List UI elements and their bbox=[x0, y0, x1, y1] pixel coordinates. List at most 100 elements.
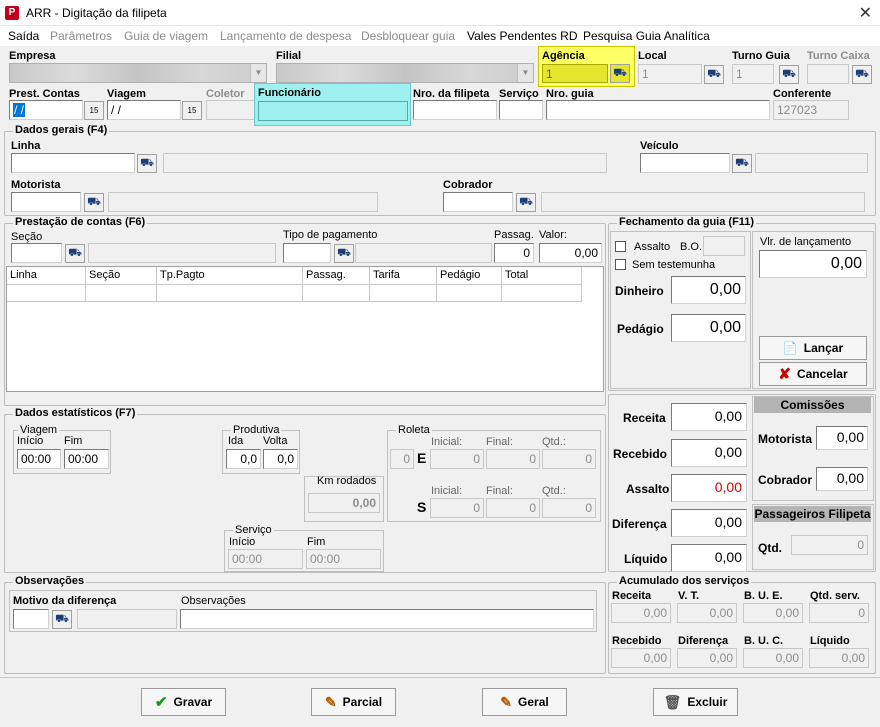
chevron-down-icon[interactable]: ▼ bbox=[250, 64, 266, 82]
viagem-inicio-input[interactable]: 00:00 bbox=[17, 449, 61, 469]
coletor-input[interactable] bbox=[206, 100, 256, 120]
geral-button[interactable]: ✎ Geral bbox=[482, 688, 567, 716]
pedagio-input[interactable]: 0,00 bbox=[671, 314, 746, 342]
prest-contas-input[interactable]: / / bbox=[9, 100, 83, 120]
col-linha[interactable]: Linha bbox=[7, 267, 86, 285]
filial-select[interactable]: ▼ bbox=[276, 63, 534, 83]
roleta-input[interactable]: 0 bbox=[390, 449, 414, 469]
motivo-input[interactable] bbox=[13, 609, 49, 629]
col-pedagio[interactable]: Pedágio bbox=[437, 267, 502, 285]
linha-input[interactable] bbox=[11, 153, 135, 173]
binoculars-icon[interactable]: ⛟ bbox=[852, 65, 872, 84]
assalto-input[interactable]: 0,00 bbox=[671, 474, 747, 502]
binoculars-icon[interactable]: ⛟ bbox=[779, 65, 799, 84]
acum-vt-input[interactable]: 0,00 bbox=[677, 603, 737, 623]
acum-receita-input[interactable]: 0,00 bbox=[611, 603, 671, 623]
parcial-button[interactable]: ✎ Parcial bbox=[311, 688, 396, 716]
tipo-pagamento-input[interactable] bbox=[283, 243, 331, 263]
volta-input[interactable]: 0,0 bbox=[263, 449, 298, 469]
s-final-input[interactable]: 0 bbox=[486, 498, 540, 518]
col-secao[interactable]: Seção bbox=[86, 267, 157, 285]
e-final-input[interactable]: 0 bbox=[486, 449, 540, 469]
binoculars-icon[interactable]: ⛟ bbox=[704, 65, 724, 84]
acum-bue-input[interactable]: 0,00 bbox=[743, 603, 803, 623]
viagem-fim-input[interactable]: 00:00 bbox=[64, 449, 109, 469]
binoculars-icon[interactable]: ⛟ bbox=[84, 193, 104, 212]
acum-recebido-input[interactable]: 0,00 bbox=[611, 648, 671, 668]
dinheiro-input[interactable]: 0,00 bbox=[671, 276, 746, 304]
serv-inicio-input[interactable]: 00:00 bbox=[228, 549, 303, 569]
e-inicial-input[interactable]: 0 bbox=[430, 449, 484, 469]
cancelar-button[interactable]: ✘ Cancelar bbox=[759, 362, 867, 386]
binoculars-icon[interactable]: ⛟ bbox=[137, 154, 157, 173]
vlr-lancamento-input[interactable]: 0,00 bbox=[759, 250, 867, 278]
binoculars-icon[interactable]: ⛟ bbox=[732, 154, 752, 173]
turno-guia-input[interactable]: 1 bbox=[732, 64, 774, 84]
table-row[interactable] bbox=[7, 285, 582, 302]
nro-filipeta-input[interactable] bbox=[413, 100, 497, 120]
calendar-icon[interactable]: 15 bbox=[84, 101, 104, 120]
col-passag[interactable]: Passag. bbox=[303, 267, 370, 285]
liquido-input[interactable]: 0,00 bbox=[671, 544, 747, 572]
diferenca-input[interactable]: 0,00 bbox=[671, 509, 747, 537]
ida-input[interactable]: 0,0 bbox=[226, 449, 261, 469]
acum-diferenca-input[interactable]: 0,00 bbox=[677, 648, 737, 668]
receita-input[interactable]: 0,00 bbox=[671, 403, 747, 431]
motorista-input[interactable] bbox=[11, 192, 81, 212]
s-qtd-input[interactable]: 0 bbox=[542, 498, 596, 518]
col-total[interactable]: Total bbox=[502, 267, 582, 285]
e-qtd-input[interactable]: 0 bbox=[542, 449, 596, 469]
com-motorista-input[interactable]: 0,00 bbox=[816, 426, 868, 450]
menu-parametros[interactable]: Parâmetros bbox=[50, 29, 112, 43]
acum-buc-input[interactable]: 0,00 bbox=[743, 648, 803, 668]
local-input[interactable]: 1 bbox=[638, 64, 702, 84]
valor-input[interactable]: 0,00 bbox=[539, 243, 602, 263]
menu-lancamento-despesa[interactable]: Lançamento de despesa bbox=[220, 29, 351, 43]
binoculars-icon[interactable]: ⛟ bbox=[334, 244, 354, 263]
binoculars-icon[interactable]: ⛟ bbox=[65, 244, 85, 263]
assalto-checkbox[interactable] bbox=[615, 241, 626, 252]
gravar-button[interactable]: ✔ Gravar bbox=[141, 688, 226, 716]
observacoes-input[interactable] bbox=[180, 609, 594, 629]
excluir-button[interactable]: 🗑 Excluir bbox=[653, 688, 738, 716]
binoculars-icon[interactable]: ⛟ bbox=[516, 193, 536, 212]
close-icon[interactable]: ✕ bbox=[859, 3, 872, 23]
agencia-input[interactable]: 1 bbox=[542, 64, 608, 83]
veiculo-desc bbox=[755, 153, 868, 173]
col-tarifa[interactable]: Tarifa bbox=[370, 267, 437, 285]
secao-input[interactable] bbox=[11, 243, 62, 263]
km-input[interactable]: 0,00 bbox=[308, 493, 380, 513]
binoculars-icon[interactable]: ⛟ bbox=[610, 64, 630, 83]
recebido-input[interactable]: 0,00 bbox=[671, 439, 747, 467]
conferente-input[interactable]: 127023 bbox=[773, 100, 849, 120]
lancar-button[interactable]: 📄 Lançar bbox=[759, 336, 867, 360]
bo-input[interactable] bbox=[703, 236, 745, 256]
calendar-icon[interactable]: 15 bbox=[182, 101, 202, 120]
serv-fim-input[interactable]: 00:00 bbox=[306, 549, 381, 569]
chevron-down-icon[interactable]: ▼ bbox=[517, 64, 533, 82]
turno-caixa-input[interactable] bbox=[807, 64, 849, 84]
check-icon: ✔ bbox=[154, 694, 168, 711]
s-inicial-input[interactable]: 0 bbox=[430, 498, 484, 518]
qtd-input[interactable]: 0 bbox=[791, 535, 868, 555]
prestacao-table[interactable]: Linha Seção Tp.Pagto Passag. Tarifa Pedá… bbox=[6, 266, 604, 392]
nro-guia-input[interactable] bbox=[546, 100, 770, 120]
funcionario-input[interactable] bbox=[258, 101, 408, 121]
acum-liquido-input[interactable]: 0,00 bbox=[809, 648, 869, 668]
servico-input[interactable] bbox=[499, 100, 543, 120]
viagem-input[interactable]: / / bbox=[107, 100, 181, 120]
binoculars-icon[interactable]: ⛟ bbox=[52, 610, 72, 629]
cobrador-input[interactable] bbox=[443, 192, 513, 212]
com-cobrador-input[interactable]: 0,00 bbox=[816, 467, 868, 491]
acum-qtd-input[interactable]: 0 bbox=[809, 603, 869, 623]
menu-vales-pendentes[interactable]: Vales Pendentes RD bbox=[467, 29, 578, 43]
empresa-select[interactable]: ▼ bbox=[9, 63, 267, 83]
menu-desbloquear-guia[interactable]: Desbloquear guia bbox=[361, 29, 455, 43]
menu-saida[interactable]: Saída bbox=[8, 29, 39, 43]
col-tp-pagto[interactable]: Tp.Pagto bbox=[157, 267, 303, 285]
sem-testemunha-checkbox[interactable] bbox=[615, 259, 626, 270]
passag-input[interactable]: 0 bbox=[494, 243, 534, 263]
veiculo-input[interactable] bbox=[640, 153, 730, 173]
menu-guia-viagem[interactable]: Guia de viagem bbox=[124, 29, 208, 43]
menu-pesquisa-guia[interactable]: Pesquisa Guia Analítica bbox=[583, 29, 710, 43]
